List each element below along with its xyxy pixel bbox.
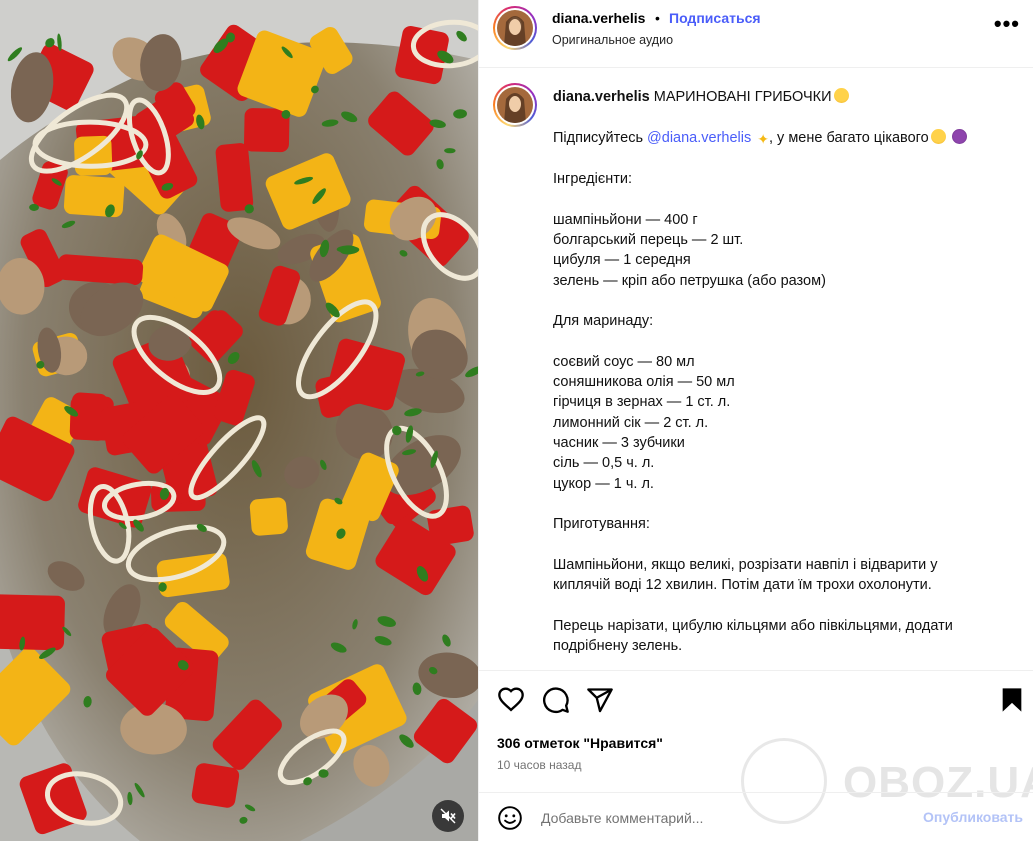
caption-line: зелень — кріп або петрушка (або разом) [553,272,826,289]
caption-area: diana.verhelis МАРИНОВАНІ ГРИБОЧКИ Підпи… [479,69,1033,671]
caption-line: Приготування: [553,516,650,533]
caption-line: часник — 3 зубчики [553,435,685,452]
caption-blank [553,107,1023,127]
food-piece [0,594,65,651]
caption-blank [553,291,1023,311]
grapes-icon [951,128,967,144]
sparkles-icon: ✦ [757,130,769,147]
caption-title-line: diana.verhelis МАРИНОВАНІ ГРИБОЧКИ [553,87,1023,107]
more-options-icon[interactable]: ••• [994,13,1020,35]
comment-icon[interactable] [542,686,570,714]
post-time[interactable]: 10 часов назад [497,758,581,772]
food-piece [63,175,125,218]
header-username[interactable]: diana.verhelis [552,10,645,26]
emoji-picker-icon[interactable] [497,805,523,831]
bookmark-icon[interactable] [998,686,1026,714]
food-piece [215,143,254,212]
tongue-emoji-icon [833,88,849,103]
caption-line: болгарський перець — 2 шт. [553,232,744,249]
food-piece [249,497,288,536]
caption-line: Шампіньйони, якщо великі, розрізати навп… [553,556,938,573]
comment-input[interactable] [541,805,901,831]
caption-blank [553,189,1023,209]
food-photo [0,0,478,841]
caption-blank [553,535,1023,555]
profile-photo-icon [497,87,533,123]
intro-text: Підписуйтесь [553,129,648,146]
caption-title: МАРИНОВАНІ ГРИБОЧКИ [653,89,832,105]
caption-blank [553,149,1023,169]
caption-avatar[interactable] [493,83,537,127]
post-panel: diana.verhelis • Подписаться Оригинально… [478,0,1033,841]
add-comment-bar: Опубликовать [479,792,1033,841]
post-header: diana.verhelis • Подписаться Оригинально… [479,0,1033,68]
post-media[interactable] [0,0,478,841]
intro-text-after: , у мене багато цікавого [769,129,929,146]
caption-line: шампіньйони — 400 г [553,211,698,228]
separator-dot: • [655,10,660,26]
follow-button[interactable]: Подписаться [669,10,761,26]
caption-line: гірчиця в зернах — 1 ст. л. [553,394,731,411]
caption-line: Перець нарізати, цибулю кільцями або пів… [553,617,953,634]
caption-recipe: Інгредієнти: шампіньйони — 400 г болгарськ… [553,169,1023,656]
caption-line: лимонний сік — 2 ст. л. [553,414,709,431]
mention-link[interactable]: @diana.verhelis [647,130,751,146]
caption-line: Для маринаду: [553,313,654,330]
caption-line: соєвий соус — 80 мл [553,353,695,370]
caption-text: diana.verhelis МАРИНОВАНІ ГРИБОЧКИ Підпи… [553,87,1023,656]
profile-photo-icon [497,10,533,46]
caption-blank [553,494,1023,514]
smile-emoji-icon [930,128,946,144]
caption-blank [553,332,1023,352]
caption-line: Інгредієнти: [553,171,632,188]
caption-blank [553,595,1023,615]
avatar[interactable] [493,6,537,50]
audio-label[interactable]: Оригинальное аудио [552,33,673,47]
caption-line: киплячій воді 12 хвилин. Потім дати їм т… [553,577,932,594]
caption-line: сіль — 0,5 ч. л. [553,455,655,472]
food-piece [191,763,240,808]
heart-icon[interactable] [497,686,525,714]
caption-line: цибуля — 1 середня [553,252,691,269]
caption-line: цукор — 1 ч. л. [553,475,654,492]
caption-line: соняшникова олія — 50 мл [553,374,735,391]
food-piece [427,505,474,546]
share-icon[interactable] [586,686,614,714]
mute-button[interactable] [432,800,464,832]
likes-count[interactable]: 306 отметок "Нравится" [497,735,663,751]
muted-speaker-icon [440,808,456,824]
action-bar: OBOZ.UA 306 отметок "Нравится" 10 часов … [479,672,1033,824]
post-comment-button[interactable]: Опубликовать [923,809,1023,825]
caption-intro-line: Підписуйтесь @diana.verhelis ✦, у мене б… [553,128,1023,149]
caption-username[interactable]: diana.verhelis [553,89,650,105]
caption-line: подрібнену зелень. [553,638,683,655]
